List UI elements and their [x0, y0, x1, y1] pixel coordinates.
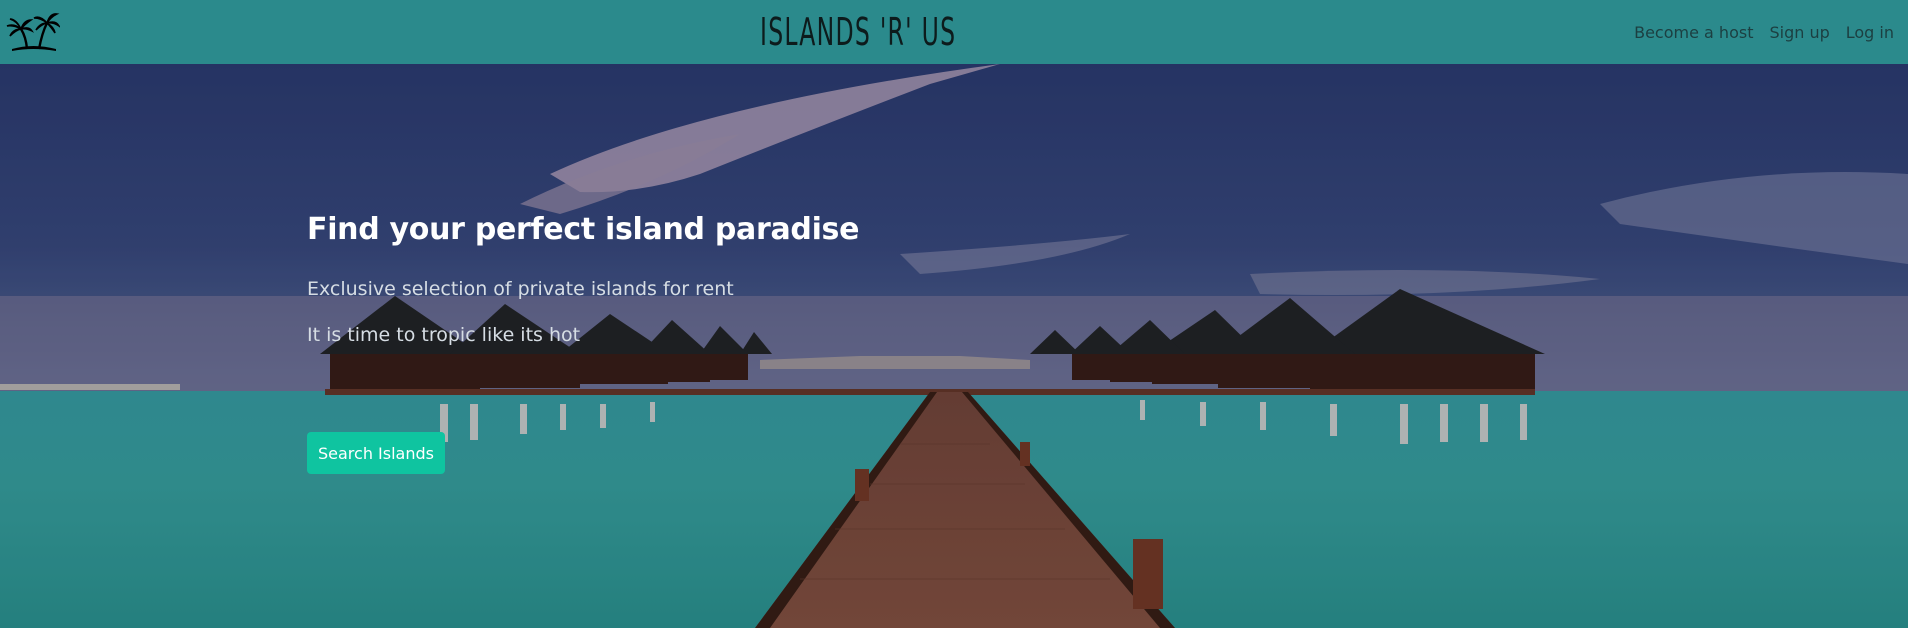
become-host-link[interactable]: Become a host [1634, 23, 1753, 42]
log-in-link[interactable]: Log in [1846, 23, 1894, 42]
palm-trees-logo-icon[interactable] [6, 11, 60, 53]
hero-tagline: It is time to tropic like its hot [307, 324, 581, 346]
hero-background-image [0, 64, 1908, 628]
hero-content: Find your perfect island paradise Exclus… [307, 212, 860, 346]
hero-section: Find your perfect island paradise Exclus… [0, 64, 1908, 628]
navbar: ISLANDS 'R' US Become a host Sign up Log… [0, 0, 1908, 64]
hero-title: Find your perfect island paradise [307, 212, 860, 247]
nav-links: Become a host Sign up Log in [1634, 0, 1894, 64]
brand-title[interactable]: ISLANDS 'R' US [760, 8, 955, 56]
sign-up-link[interactable]: Sign up [1769, 23, 1829, 42]
search-islands-button[interactable]: Search Islands [307, 432, 445, 474]
hero-subtitle: Exclusive selection of private islands f… [307, 278, 734, 300]
